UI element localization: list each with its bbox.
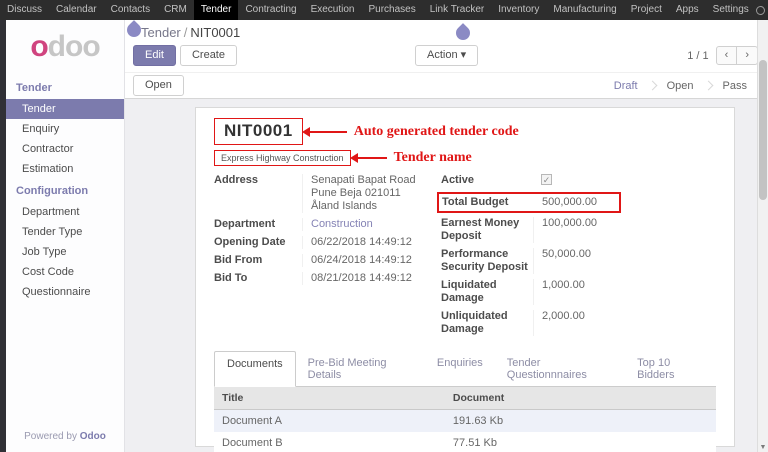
- breadcrumb-current: NIT0001: [190, 25, 241, 40]
- state-draft[interactable]: Draft: [603, 80, 649, 92]
- tab-tender-questionnaires[interactable]: Tender Questionnnaires: [495, 351, 625, 386]
- open-button[interactable]: Open: [133, 75, 184, 96]
- annotation-name-note: Tender name: [393, 150, 472, 165]
- control-panel: Tender / NIT0001 Edit Create Action ▾ 1 / …: [125, 20, 768, 72]
- col-title: Title: [214, 387, 445, 410]
- unliquidated-damage-value: 2,000.00: [533, 310, 585, 336]
- scrollbar-thumb[interactable]: [759, 60, 767, 200]
- sidebar-item-department[interactable]: Department: [6, 202, 124, 222]
- performance-security-deposit-label: Performance Security Deposit: [441, 248, 528, 273]
- tab-documents[interactable]: Documents: [214, 351, 296, 387]
- main-area: Tender / NIT0001 Edit Create Action ▾ 1 / …: [125, 20, 768, 452]
- sidebar-item-job-type[interactable]: Job Type: [6, 242, 124, 262]
- menu-inventory[interactable]: Inventory: [491, 0, 546, 20]
- scroll-down-arrow-icon[interactable]: ▼: [758, 444, 768, 451]
- pager-value: 1 / 1: [687, 49, 709, 62]
- pager: 1 / 1 ‹ ›: [687, 46, 758, 65]
- sidebar: odoo Tender Tender Enquiry Contractor Es…: [6, 20, 125, 452]
- sidebar-item-questionnaire[interactable]: Questionnaire: [6, 282, 124, 302]
- sidebar-section-configuration: Configuration: [16, 185, 89, 197]
- department-label: Department: [214, 218, 276, 230]
- odoo-logo[interactable]: odoo: [6, 20, 124, 76]
- total-budget-label: Total Budget: [442, 196, 509, 208]
- address-label: Address: [214, 174, 259, 186]
- menu-contracting[interactable]: Contracting: [238, 0, 303, 20]
- menu-purchases[interactable]: Purchases: [362, 0, 423, 20]
- breadcrumb-tender-link[interactable]: Tender: [141, 25, 181, 40]
- form-sheet: NIT0001 Auto generated tender code Expre…: [195, 107, 735, 452]
- annotation-arrow: [301, 126, 347, 137]
- bid-from-label: Bid From: [214, 254, 263, 266]
- sidebar-item-cost-code[interactable]: Cost Code: [6, 262, 124, 282]
- tender-code-annotation-box: NIT0001: [214, 118, 303, 145]
- department-link[interactable]: Construction: [311, 218, 373, 230]
- bid-to-value: 08/21/2018 14:49:12: [302, 272, 412, 285]
- tender-name-annotation-box: Express Highway Construction: [214, 150, 351, 166]
- annotation-arrow: [349, 153, 387, 163]
- liquidated-damage-value: 1,000.00: [533, 279, 585, 305]
- bid-to-label: Bid To: [214, 272, 248, 284]
- edit-button[interactable]: Edit: [133, 45, 176, 66]
- annotation-code-note: Auto generated tender code: [353, 123, 519, 139]
- col-document: Document: [444, 387, 716, 410]
- menu-contacts[interactable]: Contacts: [104, 0, 157, 20]
- left-edge-strip: [0, 20, 6, 452]
- menu-crm[interactable]: CRM: [157, 0, 194, 20]
- clock-icon[interactable]: [755, 5, 765, 15]
- sidebar-item-tender[interactable]: Tender: [6, 99, 124, 119]
- tender-code: NIT0001: [224, 121, 293, 140]
- status-states: Draft Open Pass: [603, 80, 758, 92]
- powered-by: Powered by Odoo: [24, 431, 106, 442]
- menu-apps[interactable]: Apps: [669, 0, 706, 20]
- sidebar-section-tender: Tender: [16, 82, 52, 94]
- address-value: Senapati Bapat Road Pune Beja 021011 Åla…: [302, 174, 416, 213]
- sidebar-item-contractor[interactable]: Contractor: [6, 139, 124, 159]
- notebook-tabs: Documents Pre-Bid Meeting Details Enquir…: [214, 351, 716, 387]
- state-open[interactable]: Open: [656, 80, 705, 92]
- opening-date-value: 06/22/2018 14:49:12: [302, 236, 412, 249]
- unliquidated-damage-label: Unliquidated Damage: [441, 310, 508, 335]
- menu-execution[interactable]: Execution: [304, 0, 362, 20]
- table-row[interactable]: Document B 77.51 Kb: [214, 432, 716, 452]
- tab-enquiries[interactable]: Enquiries: [425, 351, 495, 386]
- menu-link-tracker[interactable]: Link Tracker: [423, 0, 491, 20]
- menu-discuss[interactable]: Discuss: [0, 0, 49, 20]
- sidebar-item-estimation[interactable]: Estimation: [6, 159, 124, 179]
- pager-prev-button[interactable]: ‹: [715, 46, 738, 65]
- earnest-money-deposit-value: 100,000.00: [533, 217, 597, 243]
- menu-calendar[interactable]: Calendar: [49, 0, 104, 20]
- documents-table: Title Document Document A 191.63 Kb Docu…: [214, 387, 716, 452]
- tab-pre-bid-meeting-details[interactable]: Pre-Bid Meeting Details: [296, 351, 425, 386]
- statusbar: Open Draft Open Pass: [125, 72, 768, 99]
- odoo-link[interactable]: Odoo: [80, 431, 106, 442]
- create-button[interactable]: Create: [179, 45, 237, 66]
- total-budget-annotation-box: Total Budget 500,000.00: [437, 192, 621, 213]
- menu-settings[interactable]: Settings: [706, 0, 756, 20]
- action-dropdown-button[interactable]: Action ▾: [415, 45, 479, 66]
- menu-project[interactable]: Project: [624, 0, 669, 20]
- tender-name: Express Highway Construction: [221, 153, 344, 163]
- pager-next-button[interactable]: ›: [737, 46, 758, 65]
- active-checkbox[interactable]: ✓: [541, 174, 552, 185]
- bid-from-value: 06/24/2018 14:49:12: [302, 254, 412, 267]
- menu-manufacturing[interactable]: Manufacturing: [546, 0, 623, 20]
- earnest-money-deposit-label: Earnest Money Deposit: [441, 217, 520, 242]
- state-pass[interactable]: Pass: [712, 80, 758, 92]
- total-budget-value: 500,000.00: [542, 196, 598, 208]
- vertical-scrollbar[interactable]: ▼: [757, 20, 768, 452]
- performance-security-deposit-value: 50,000.00: [533, 248, 591, 274]
- sidebar-item-tender-type[interactable]: Tender Type: [6, 222, 124, 242]
- opening-date-label: Opening Date: [214, 236, 286, 248]
- topbar-right: Administrator (construc...: [755, 4, 768, 17]
- top-menubar: Discuss Calendar Contacts CRM Tender Con…: [0, 0, 768, 20]
- liquidated-damage-label: Liquidated Damage: [441, 279, 497, 304]
- tab-top-10-bidders[interactable]: Top 10 Bidders: [625, 351, 716, 386]
- menu-tender[interactable]: Tender: [193, 0, 239, 20]
- sidebar-item-enquiry[interactable]: Enquiry: [6, 119, 124, 139]
- form-view-content: NIT0001 Auto generated tender code Expre…: [125, 99, 768, 452]
- breadcrumb: Tender / NIT0001: [141, 25, 241, 40]
- table-row[interactable]: Document A 191.63 Kb: [214, 409, 716, 432]
- active-label: Active: [441, 174, 475, 186]
